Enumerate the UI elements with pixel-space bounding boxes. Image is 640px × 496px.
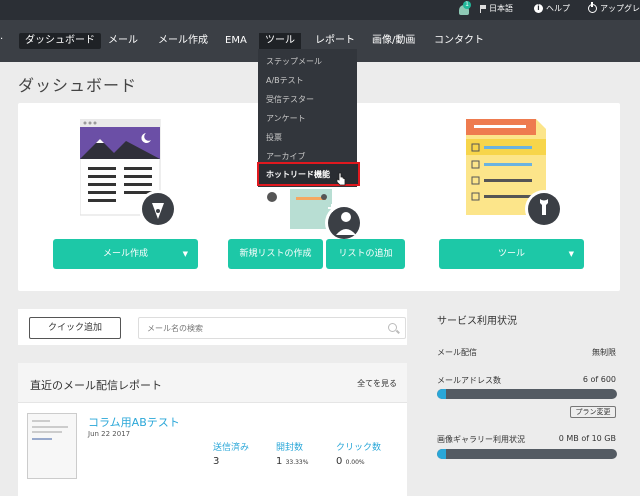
clicks-stat: クリック数 0 0.00% (336, 440, 381, 467)
notifications-button[interactable]: 1 (459, 1, 471, 15)
quick-add-button[interactable]: クイック追加 (29, 317, 121, 339)
newsletter-illustration (80, 119, 177, 228)
nav-edge-marker: · (0, 34, 4, 45)
new-list-button[interactable]: 新規リストの作成 (228, 239, 323, 269)
nav-contacts[interactable]: コンタクト (428, 33, 490, 49)
opens-stat: 開封数 1 33.33% (276, 440, 308, 467)
nav-compose[interactable]: メール作成 (152, 33, 214, 49)
language-selector[interactable]: 日本語 (480, 3, 513, 14)
opens-percentage: 33.33% (285, 459, 309, 466)
clicks-value: 0 0.00% (336, 456, 365, 467)
service-usage-title: サービス利用状況 (437, 316, 517, 327)
menu-item-archive[interactable]: アーカイブ (266, 151, 306, 162)
sent-value: 3 (213, 456, 220, 467)
gallery-usage-fill (437, 449, 446, 459)
help-label: ヘルプ (546, 4, 570, 13)
mail-search-field[interactable] (138, 317, 406, 339)
tools-button[interactable]: ツール ▼ (439, 239, 584, 269)
nav-tools[interactable]: ツール (259, 33, 301, 49)
flag-icon (480, 4, 486, 13)
opens-value: 1 33.33% (276, 456, 309, 467)
delivery-label: メール配信 (437, 348, 477, 357)
top-utility-bar: 1 日本語 i ヘルプ アップグレ (0, 0, 640, 20)
power-icon (588, 2, 597, 13)
address-count-label: メールアドレス数 (437, 376, 501, 385)
recent-report-card: 直近のメール配信レポート 全てを見る コラム用ABテスト Jun 22 2017… (18, 363, 407, 496)
opens-label: 開封数 (276, 443, 304, 453)
help-link[interactable]: i ヘルプ (534, 3, 570, 14)
menu-item-survey[interactable]: アンケート (266, 113, 306, 124)
page-title: ダッシュボード (18, 76, 138, 95)
nav-reports[interactable]: レポート (309, 33, 361, 49)
menu-item-hot-lead-label: ホットリード機能 (266, 170, 330, 179)
nav-media[interactable]: 画像/動画 (366, 33, 421, 49)
upgrade-link[interactable]: アップグレ (588, 2, 640, 14)
nav-mail[interactable]: メール (102, 33, 144, 49)
gallery-usage-bar (437, 449, 617, 459)
address-usage-bar (437, 389, 617, 399)
menu-item-inbox-tester[interactable]: 受信テスター (266, 94, 314, 105)
sent-stat: 送信済み 3 (213, 440, 249, 467)
hand-cursor-icon (336, 172, 346, 186)
info-icon: i (534, 4, 543, 13)
view-all-link[interactable]: 全てを見る (357, 378, 397, 389)
address-count-value: 6 of 600 (582, 375, 616, 384)
email-subject-link[interactable]: コラム用ABテスト (88, 414, 180, 430)
nav-ema[interactable]: EMA (219, 33, 253, 49)
menu-item-step-mail[interactable]: ステップメール (266, 56, 322, 67)
address-usage-fill (437, 389, 446, 399)
gallery-usage-value: 0 MB of 10 GB (558, 434, 616, 443)
sent-label: 送信済み (213, 443, 250, 453)
clicks-label: クリック数 (336, 443, 382, 453)
report-header: 直近のメール配信レポート 全てを見る (18, 363, 407, 403)
compose-mail-label: メール作成 (102, 249, 148, 259)
menu-item-ab-test[interactable]: A/Bテスト (266, 75, 304, 86)
menu-item-poll[interactable]: 投票 (266, 132, 282, 143)
notification-badge: 1 (463, 1, 471, 9)
compose-mail-button[interactable]: メール作成 ▼ (53, 239, 198, 269)
email-thumbnail[interactable] (27, 413, 77, 479)
language-label: 日本語 (489, 4, 513, 13)
nav-dashboard[interactable]: ダッシュボード (19, 33, 101, 49)
upgrade-label: アップグレ (600, 4, 640, 13)
quick-add-bar: クイック追加 (18, 309, 407, 345)
email-date: Jun 22 2017 (88, 430, 131, 438)
tools-button-label: ツール (497, 249, 525, 259)
caret-down-icon[interactable]: ▼ (569, 239, 574, 269)
mail-search-input[interactable] (147, 321, 367, 335)
tools-illustration (466, 119, 563, 228)
report-title: 直近のメール配信レポート (30, 379, 162, 392)
change-plan-button[interactable]: プラン変更 (570, 406, 616, 418)
caret-down-icon[interactable]: ▼ (183, 239, 188, 269)
gallery-usage-label: 画像ギャラリー利用状況 (437, 435, 525, 444)
delivery-value: 無制限 (592, 348, 616, 357)
search-icon[interactable] (388, 323, 397, 332)
clicks-percentage: 0.00% (345, 459, 365, 466)
add-list-button[interactable]: リストの追加 (326, 239, 405, 269)
